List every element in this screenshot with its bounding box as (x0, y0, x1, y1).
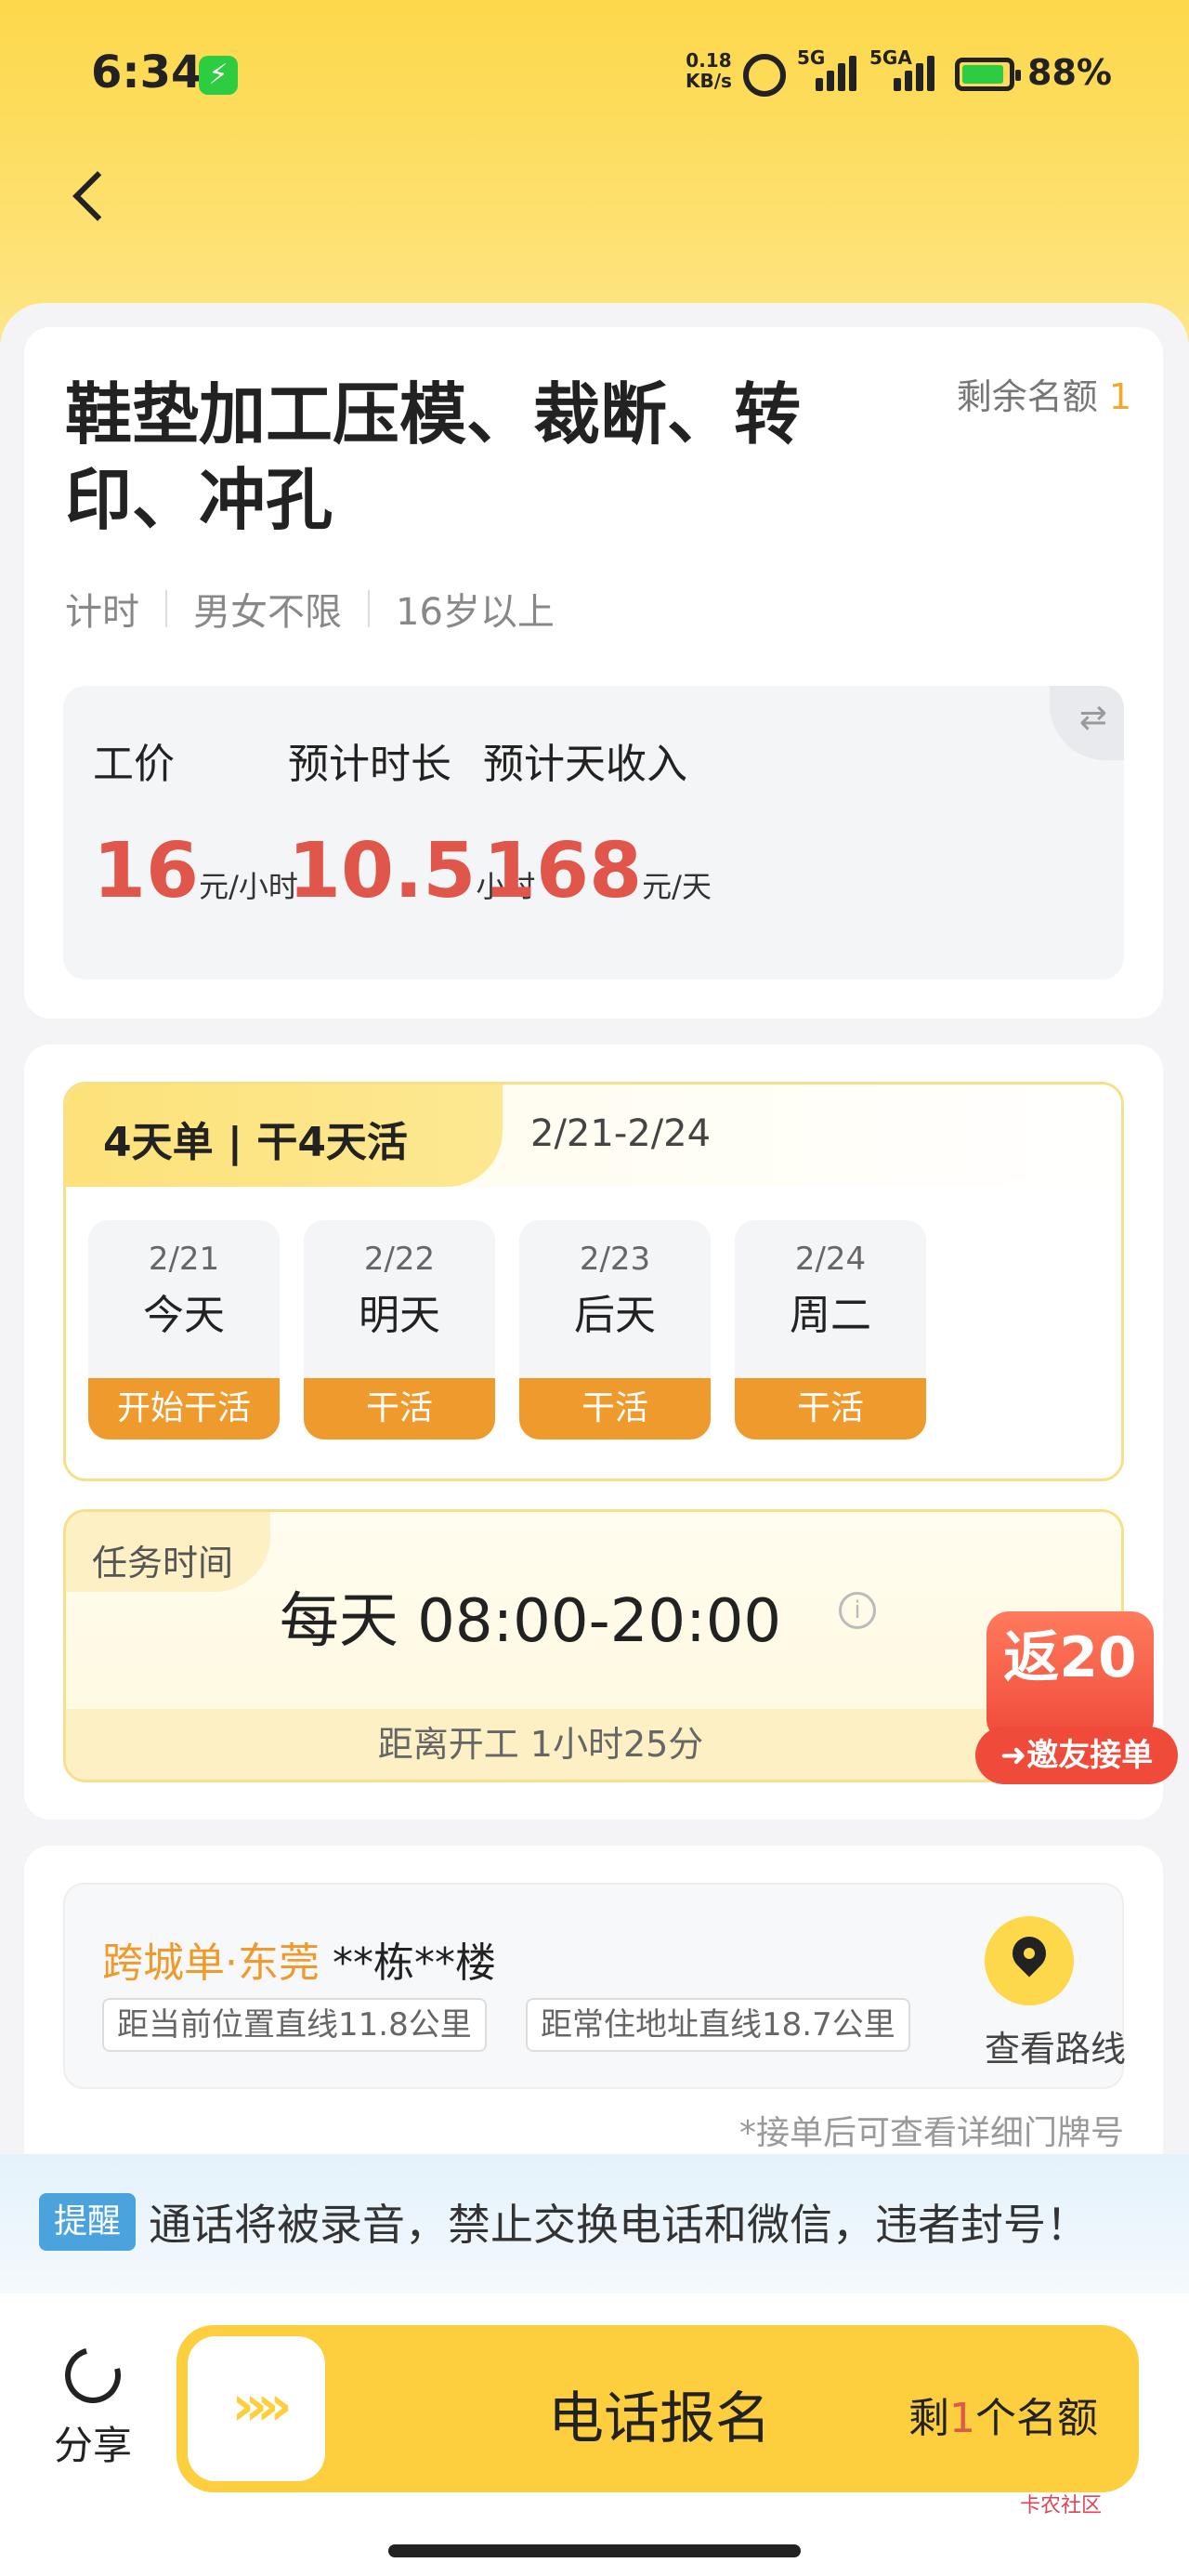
address: **栋**楼 (333, 1939, 496, 1987)
home-indicator[interactable] (388, 2544, 801, 2557)
bottom-bar: 分享 »» 电话报名 剩1个名额 (0, 2293, 1189, 2576)
remaining-quota: 剩余名额 1 (956, 376, 1131, 417)
watermark: 卡农社区 (1020, 2494, 1103, 2517)
recording-notice: 提醒 通话将被录音，禁止交换电话和微信，违者封号！ (0, 2154, 1189, 2293)
job-summary-card: 鞋垫加工压模、裁断、转印、冲孔 剩余名额 1 计时 男女不限 16岁以上 ⇄ 工… (24, 327, 1163, 1019)
divider (165, 590, 167, 627)
day-card[interactable]: 2/23 后天 干活 (519, 1220, 711, 1439)
schedule-range: 2/21-2/24 (530, 1112, 712, 1155)
cross-city-label: 跨城单·东莞 (102, 1939, 320, 1987)
invite-friends-label: ➜邀友接单 (975, 1727, 1178, 1784)
notice-tag: 提醒 (39, 2193, 136, 2251)
day-action-button[interactable]: 干活 (304, 1378, 495, 1439)
notice-text: 通话将被录音，禁止交换电话和微信，违者封号！ (149, 2200, 1089, 2250)
info-icon[interactable]: i (839, 1592, 876, 1629)
door-number-note: *接单后可查看详细门牌号 (738, 2114, 1124, 2152)
tag-gender: 男女不限 (193, 591, 342, 634)
swap-icon[interactable]: ⇄ (1050, 686, 1124, 760)
schedule-tag: 4天单 | 干4天活 (66, 1084, 503, 1187)
job-tags: 计时 男女不限 16岁以上 (65, 582, 555, 636)
job-title: 鞋垫加工压模、裁断、转印、冲孔 (65, 375, 802, 539)
day-card[interactable]: 2/22 明天 干活 (304, 1220, 495, 1439)
battery-percent: 88% (1027, 52, 1112, 93)
map-pin-icon[interactable] (985, 1916, 1074, 2005)
network-speed: 0.18 KB/s (686, 49, 732, 92)
share-icon[interactable] (55, 2337, 131, 2413)
divider (368, 590, 370, 627)
clock: 6:34 (91, 46, 203, 99)
distance-current: 距当前位置直线11.8公里 (102, 1998, 487, 2052)
schedule-box: 4天单 | 干4天活 2/21-2/24 2/21 今天 开始干活 2/22 明… (63, 1082, 1124, 1481)
distance-home: 距常住地址直线18.7公里 (526, 1998, 910, 2052)
red-envelope-icon: 返20 (986, 1611, 1154, 1741)
day-action-button[interactable]: 开始干活 (88, 1378, 280, 1439)
day-action-button[interactable]: 干活 (519, 1378, 711, 1439)
share-label[interactable]: 分享 (54, 2414, 132, 2471)
stat-daily-income: 预计天收入 168元/天 (483, 741, 712, 915)
invite-promo[interactable]: 返20 ➜邀友接单 (975, 1611, 1178, 1788)
start-countdown: 距离开工 1小时25分 (66, 1709, 1121, 1780)
status-bar: 6:34 ⚡ 0.18 KB/s 5G 5GA 88% (0, 0, 1189, 149)
earnings-box: ⇄ 工价 16元/小时 预计时长 10.5小时 预计天收入 168元/天 (63, 686, 1124, 979)
battery-icon (955, 58, 1021, 91)
remaining-slots: 剩1个名额 (908, 2395, 1098, 2442)
day-card[interactable]: 2/21 今天 开始干活 (88, 1220, 280, 1439)
signal-icon-5g: 5G (797, 46, 862, 95)
phone-signup-button[interactable]: »» 电话报名 剩1个名额 (176, 2325, 1139, 2492)
day-card[interactable]: 2/24 周二 干活 (735, 1220, 926, 1439)
tag-age: 16岁以上 (396, 591, 555, 634)
cta-label: 电话报名 (548, 2386, 771, 2451)
signal-icon-5ga: 5GA (869, 46, 940, 95)
alarm-icon (743, 54, 786, 97)
location-box: 跨城单·东莞 **栋**楼 距当前位置直线11.8公里 距常住地址直线18.7公… (63, 1883, 1126, 2089)
double-chevron-icon: »» (188, 2336, 325, 2481)
back-arrow-icon[interactable] (65, 167, 121, 223)
charging-app-icon: ⚡ (199, 56, 238, 95)
tag-pay-type: 计时 (65, 591, 139, 634)
day-action-button[interactable]: 干活 (735, 1378, 926, 1439)
stat-wage: 工价 16元/小时 (93, 741, 298, 915)
location-title: 跨城单·东莞 **栋**楼 (102, 1929, 496, 1989)
view-route-link[interactable]: 查看路线 (985, 2020, 1133, 2071)
task-time-box: 任务时间 每天 08:00-20:00 i 距离开工 1小时25分 (63, 1509, 1124, 1782)
